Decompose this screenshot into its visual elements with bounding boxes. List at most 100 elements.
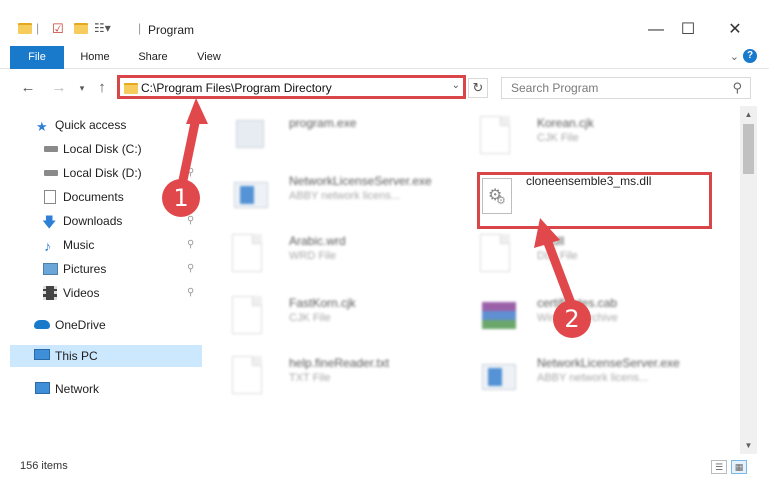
exe-icon (232, 174, 270, 214)
disk-icon (44, 146, 58, 152)
window-title: Program (148, 23, 195, 37)
status-bar: 156 items ☰ ▦ (0, 456, 769, 478)
sidebar-item-label: OneDrive (55, 318, 106, 332)
tab-file[interactable]: File (10, 46, 64, 69)
file-item[interactable]: FastKorn.cjk CJK File (232, 290, 472, 344)
pc-icon (34, 349, 50, 360)
pictures-icon (43, 263, 58, 275)
sidebar-item-label: Local Disk (D:) (63, 166, 142, 180)
file-item[interactable]: help.fineReader.txt TXT File (232, 350, 472, 404)
recent-locations-button[interactable]: ▾ (72, 78, 92, 98)
file-item[interactable]: Korean.cjk CJK File (480, 110, 720, 164)
file-type: DLL File (537, 250, 578, 262)
chevron-down-icon: ▾ (79, 83, 85, 93)
sidebar-item-local-disk-c[interactable]: Local Disk (C:) ⚲ (0, 138, 202, 160)
search-input[interactable] (502, 78, 722, 98)
minimize-icon: — (648, 21, 664, 38)
separator: | (36, 21, 40, 35)
sidebar-item-label: Pictures (63, 262, 107, 276)
archive-icon (480, 296, 518, 336)
maximize-icon: ☐ (680, 21, 696, 38)
sidebar-item-label: Downloads (63, 214, 123, 228)
document-icon (232, 296, 270, 336)
close-button[interactable]: ✕ (712, 16, 758, 44)
disk-icon (44, 170, 58, 176)
tab-view[interactable]: View (188, 46, 230, 69)
separator: | (138, 21, 142, 35)
sidebar-item-label: Network (55, 382, 100, 396)
address-path[interactable]: C:\Program Files\Program Directory (141, 81, 332, 95)
sidebar-item-onedrive[interactable]: OneDrive (0, 314, 202, 336)
pin-icon[interactable]: ⚲ (187, 138, 194, 160)
chevron-down-icon[interactable]: ⌄ (452, 80, 460, 91)
back-button[interactable]: ← (18, 78, 38, 98)
sidebar-item-videos[interactable]: Videos ⚲ (0, 282, 202, 304)
refresh-button[interactable]: ↻ (468, 78, 488, 98)
tab-share[interactable]: Share (132, 46, 174, 69)
sidebar-item-pictures[interactable]: Pictures ⚲ (0, 258, 202, 280)
file-item[interactable]: clr.dll DLL File (480, 228, 720, 282)
navigation-pane: ★ Quick access Local Disk (C:) ⚲ Local D… (0, 106, 202, 454)
up-button[interactable]: ↑ (92, 78, 112, 98)
sidebar-item-label: Videos (63, 286, 100, 300)
forward-arrow-icon: → (51, 79, 67, 96)
file-type: ABBY network licens... (537, 372, 649, 384)
refresh-icon: ↻ (472, 80, 484, 95)
target-file-highlight (477, 172, 712, 229)
file-name: NetworkLicenseServer.exe (289, 174, 432, 188)
address-row: ← → ▾ ↑ C:\Program Files\Program Directo… (0, 70, 769, 106)
large-icons-view-icon[interactable]: ▦ (731, 460, 747, 474)
file-item[interactable]: program.exe (232, 110, 472, 164)
file-item[interactable]: NetworkLicenseServer.exe ABBY network li… (232, 168, 472, 222)
help-icon[interactable]: ? (743, 49, 757, 63)
search-box[interactable]: ⚲ (501, 77, 751, 99)
details-view-icon[interactable]: ☰ (711, 460, 727, 474)
music-icon: ♪ (44, 238, 51, 254)
downloads-icon: 🡇 (42, 214, 57, 230)
file-list: program.exe NetworkLicenseServer.exe ABB… (215, 106, 740, 454)
document-icon (232, 356, 270, 396)
scroll-thumb[interactable] (743, 124, 754, 174)
file-type: CJK File (289, 312, 331, 324)
pin-icon[interactable]: ⚲ (187, 258, 194, 280)
documents-icon (44, 190, 56, 204)
sidebar-item-label: Quick access (55, 118, 127, 132)
videos-icon (43, 286, 57, 300)
sidebar-item-this-pc[interactable]: This PC (10, 345, 202, 367)
step-1-badge: 1 (162, 179, 200, 217)
step-2-badge: 2 (553, 300, 591, 338)
file-type: ABBY network licens... (289, 190, 401, 202)
exe-icon (480, 356, 518, 396)
expand-ribbon-icon[interactable]: ⌄ (730, 50, 739, 63)
file-name: FastKorn.cjk (289, 296, 356, 310)
file-type: CJK File (537, 132, 579, 144)
file-item[interactable]: certificates.cab WinRAR archive (480, 290, 720, 344)
item-count: 156 items (20, 460, 68, 472)
pin-icon[interactable]: ⚲ (187, 282, 194, 304)
scroll-down-icon[interactable]: ▼ (740, 437, 757, 454)
sidebar-item-music[interactable]: ♪ Music ⚲ (0, 234, 202, 256)
document-icon (480, 234, 518, 274)
forward-button[interactable]: → (49, 78, 69, 98)
ribbon: File Home Share View ⌄ ? (0, 46, 769, 69)
sidebar-item-label: Documents (63, 190, 124, 204)
back-arrow-icon: ← (20, 79, 36, 96)
sidebar-item-label: Local Disk (C:) (63, 142, 142, 156)
file-item[interactable]: Arabic.wrd WRD File (232, 228, 472, 282)
tab-home[interactable]: Home (74, 46, 116, 69)
up-arrow-icon: ↑ (98, 79, 106, 96)
file-name: NetworkLicenseServer.exe (537, 356, 680, 370)
sidebar-item-quick-access[interactable]: ★ Quick access (0, 114, 202, 136)
star-icon: ★ (36, 119, 48, 134)
vertical-scrollbar[interactable]: ▲ ▼ (740, 106, 757, 454)
address-bar[interactable]: C:\Program Files\Program Directory ⌄ (117, 75, 466, 99)
scroll-up-icon[interactable]: ▲ (740, 106, 757, 123)
file-item[interactable]: NetworkLicenseServer.exe ABBY network li… (480, 350, 720, 404)
new-folder-icon[interactable] (74, 23, 88, 34)
customize-quick-access-icon[interactable]: ☷▾ (94, 21, 111, 41)
pin-icon[interactable]: ⚲ (187, 234, 194, 256)
maximize-button[interactable]: ☐ (665, 16, 711, 44)
properties-icon[interactable]: ☑ (52, 21, 64, 41)
sidebar-item-network[interactable]: Network (0, 378, 202, 400)
search-icon[interactable]: ⚲ (732, 80, 742, 96)
